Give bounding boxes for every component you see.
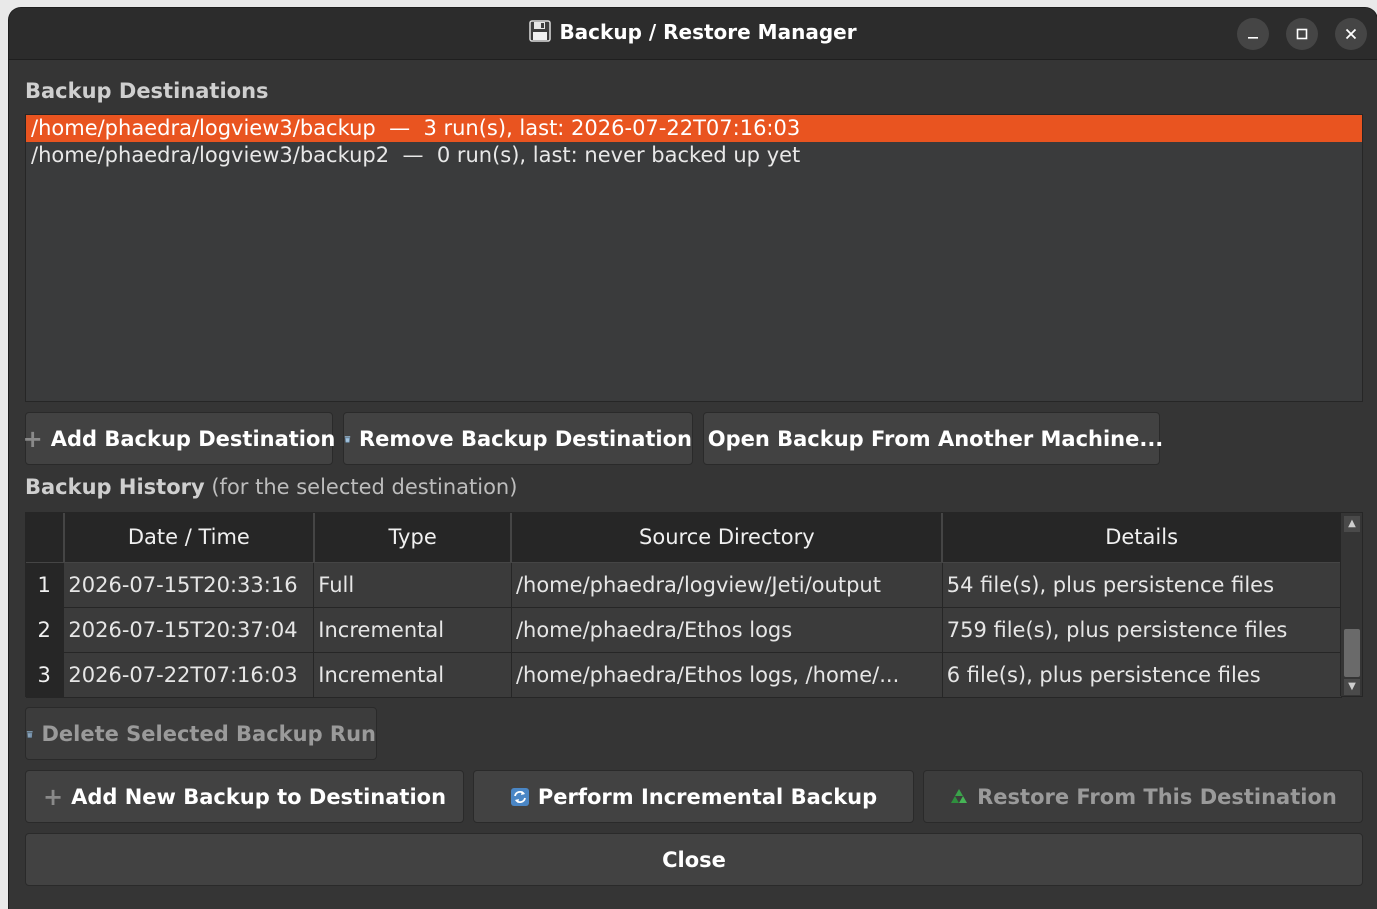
open-backup-label: Open Backup From Another Machine...	[707, 426, 1164, 451]
close-label: Close	[662, 847, 726, 872]
destination-separator: —	[389, 116, 411, 140]
plus-icon: +	[22, 424, 43, 453]
history-table[interactable]: Date / Time Type Source Directory Detail…	[25, 512, 1363, 698]
trash-icon	[344, 435, 351, 442]
remove-destination-button[interactable]: Remove Backup Destination	[343, 412, 693, 465]
cell-details: 54 file(s), plus persistence files	[942, 562, 1342, 608]
row-number: 3	[26, 652, 65, 698]
maximize-button[interactable]	[1286, 18, 1318, 50]
incremental-backup-button[interactable]: Perform Incremental Backup	[473, 770, 914, 823]
delete-run-button[interactable]: Delete Selected Backup Run	[25, 707, 377, 760]
trash-icon	[26, 730, 33, 738]
add-new-backup-label: Add New Backup to Destination	[71, 784, 447, 809]
restore-label: Restore From This Destination	[977, 784, 1337, 809]
minimize-icon	[1248, 37, 1258, 39]
destinations-label: Backup Destinations	[25, 79, 269, 103]
close-icon	[1345, 28, 1357, 40]
incremental-backup-label: Perform Incremental Backup	[537, 784, 878, 809]
cell-datetime: 2026-07-22T07:16:03	[63, 652, 315, 698]
history-label-rest: (for the selected destination)	[211, 475, 518, 499]
cell-datetime: 2026-07-15T20:33:16	[63, 562, 315, 608]
backup-restore-dialog: Backup / Restore Manager Backup Destinat…	[9, 8, 1377, 909]
close-button[interactable]: Close	[25, 833, 1363, 886]
destinations-label-text: Backup Destinations	[25, 79, 269, 103]
title-bar[interactable]: Backup / Restore Manager	[9, 8, 1377, 60]
column-header-type[interactable]: Type	[313, 513, 513, 563]
cell-source: /home/phaedra/logview/Jeti/output	[511, 562, 943, 608]
maximize-icon	[1296, 28, 1308, 40]
destination-summary: 3 run(s), last: 2026-07-22T07:16:03	[423, 116, 801, 140]
table-row[interactable]: 1 2026-07-15T20:33:16 Full /home/phaedra…	[26, 562, 1342, 608]
column-header-datetime[interactable]: Date / Time	[63, 513, 315, 563]
restore-button[interactable]: Restore From This Destination	[923, 770, 1363, 823]
cell-type: Incremental	[313, 607, 512, 653]
cell-type: Full	[313, 562, 512, 608]
window-title: Backup / Restore Manager	[9, 20, 1377, 44]
cell-source: /home/phaedra/Ethos logs, /home/...	[511, 652, 943, 698]
history-label-bold: Backup History	[25, 475, 205, 499]
scroll-down-arrow-icon[interactable]: ▼	[1344, 679, 1360, 695]
cell-source: /home/phaedra/Ethos logs	[511, 607, 943, 653]
row-number: 2	[26, 607, 65, 653]
cell-details: 6 file(s), plus persistence files	[942, 652, 1342, 698]
destination-path: /home/phaedra/logview3/backup2	[31, 143, 390, 167]
add-new-backup-button[interactable]: + Add New Backup to Destination	[25, 770, 464, 823]
row-number-header	[26, 513, 65, 563]
table-row[interactable]: 3 2026-07-22T07:16:03 Incremental /home/…	[26, 652, 1342, 698]
table-row[interactable]: 2 2026-07-15T20:37:04 Incremental /home/…	[26, 607, 1342, 653]
cell-type: Incremental	[313, 652, 512, 698]
refresh-icon	[510, 787, 529, 806]
column-header-source[interactable]: Source Directory	[511, 513, 944, 563]
add-destination-button[interactable]: + Add Backup Destination	[22, 412, 336, 465]
floppy-disk-icon	[529, 20, 552, 42]
history-scrollbar[interactable]: ▲ ▼	[1340, 513, 1362, 696]
remove-destination-label: Remove Backup Destination	[359, 426, 692, 451]
destination-separator: —	[402, 143, 424, 167]
scroll-up-arrow-icon[interactable]: ▲	[1344, 516, 1360, 532]
history-label: Backup History (for the selected destina…	[25, 475, 517, 499]
column-header-details[interactable]: Details	[942, 513, 1342, 563]
close-window-button[interactable]	[1335, 18, 1367, 50]
minimize-button[interactable]	[1237, 18, 1269, 50]
window-title-text: Backup / Restore Manager	[559, 20, 857, 44]
cell-datetime: 2026-07-15T20:37:04	[63, 607, 315, 653]
plus-icon: +	[42, 782, 64, 811]
destination-item[interactable]: /home/phaedra/logview3/backup2 — 0 run(s…	[26, 142, 1362, 169]
row-number: 1	[26, 562, 65, 608]
delete-run-label: Delete Selected Backup Run	[41, 721, 376, 746]
destinations-list[interactable]: /home/phaedra/logview3/backup — 3 run(s)…	[25, 114, 1363, 402]
recycle-icon	[951, 788, 968, 803]
cell-details: 759 file(s), plus persistence files	[942, 607, 1342, 653]
add-destination-label: Add Backup Destination	[50, 426, 336, 451]
scrollbar-thumb[interactable]	[1344, 629, 1360, 677]
destination-path: /home/phaedra/logview3/backup	[31, 116, 376, 140]
open-backup-button[interactable]: Open Backup From Another Machine...	[703, 412, 1163, 465]
destination-summary: 0 run(s), last: never backed up yet	[436, 143, 801, 167]
destination-item[interactable]: /home/phaedra/logview3/backup — 3 run(s)…	[26, 115, 1362, 142]
